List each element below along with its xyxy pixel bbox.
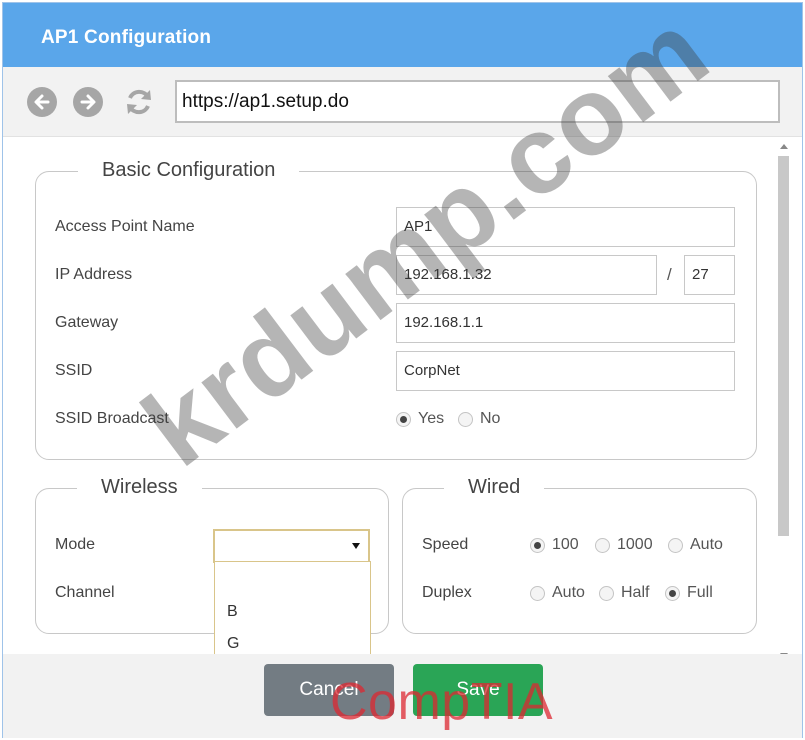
chevron-down-icon [352,543,360,549]
url-input[interactable]: https://ap1.setup.do [175,80,780,123]
save-button[interactable]: Save [413,664,543,716]
dialog-footer: Cancel Save [3,654,802,738]
ip-address-field[interactable]: 192.168.1.32 [396,255,657,295]
radio-label: Auto [552,584,585,601]
gateway-field[interactable]: 192.168.1.1 [396,303,735,343]
radio-label: Full [687,584,713,601]
radio-label: Auto [690,536,723,553]
refresh-icon [127,89,151,115]
channel-label: Channel [55,584,115,601]
radio-selected-icon [530,537,545,553]
forward-arrow-icon [80,94,96,110]
window-title: AP1 Configuration [41,27,212,48]
radio-unselected-icon [595,537,610,553]
radio-label: Yes [418,410,445,427]
vertical-scrollbar[interactable] [778,144,789,654]
radio-selected-icon [396,411,411,427]
scrollbar-thumb[interactable] [778,156,789,536]
radio-label: No [480,410,501,427]
duplex-label: Duplex [422,584,472,601]
mode-dropdown-list: B G [214,561,371,654]
speed-auto-radio[interactable]: Auto [668,536,723,554]
speed-label: Speed [422,536,469,553]
ssid-broadcast-label: SSID Broadcast [55,410,169,427]
radio-unselected-icon [458,411,473,427]
duplex-auto-radio[interactable]: Auto [530,584,585,602]
wireless-legend: Wireless [77,476,202,499]
ssid-broadcast-no-radio[interactable]: No [458,410,500,428]
scroll-up-icon[interactable] [780,144,788,149]
ssid-label: SSID [55,362,93,379]
refresh-button[interactable] [122,85,156,119]
back-arrow-icon [34,94,50,110]
title-bar: AP1 Configuration [3,3,802,67]
cancel-button[interactable]: Cancel [264,664,394,716]
radio-label: Half [621,584,650,601]
radio-unselected-icon [530,585,545,601]
radio-label: 1000 [617,536,653,553]
duplex-full-radio[interactable]: Full [665,584,713,602]
gateway-label: Gateway [55,314,119,331]
access-point-name-label: Access Point Name [55,218,195,235]
wired-legend: Wired [444,476,545,499]
browser-toolbar: https://ap1.setup.do [3,67,802,137]
speed-100-radio[interactable]: 100 [530,536,579,554]
mode-label: Mode [55,536,96,553]
ip-address-label: IP Address [55,266,133,283]
duplex-half-radio[interactable]: Half [599,584,649,602]
radio-selected-icon [665,585,680,601]
mode-option-b[interactable]: B [227,603,238,621]
back-button[interactable] [27,87,57,117]
radio-unselected-icon [668,537,683,553]
ssid-broadcast-yes-radio[interactable]: Yes [396,410,444,428]
page-content: Basic Configuration Access Point Name AP… [3,138,802,654]
basic-configuration-legend: Basic Configuration [78,159,300,182]
radio-label: 100 [552,536,579,553]
subnet-prefix-field[interactable]: 27 [684,255,735,295]
speed-1000-radio[interactable]: 1000 [595,536,653,554]
mode-option-g[interactable]: G [227,635,239,653]
mode-option-blank[interactable] [227,570,357,590]
forward-button[interactable] [73,87,103,117]
cidr-separator: / [667,265,672,284]
ssid-field[interactable]: CorpNet [396,351,735,391]
mode-select[interactable] [213,529,370,563]
radio-unselected-icon [599,585,614,601]
ap1-configuration-window: AP1 Configuration https://ap1.setup.do B… [2,2,803,738]
access-point-name-field[interactable]: AP1 [396,207,735,247]
